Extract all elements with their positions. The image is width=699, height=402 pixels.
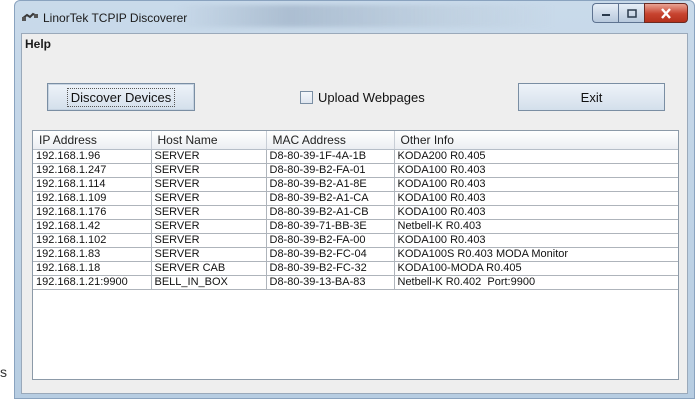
cell-other-info: Netbell-K R0.402 Port:9900 bbox=[394, 275, 678, 290]
cell-host-name: SERVER bbox=[151, 191, 267, 206]
cell-host-name: SERVER bbox=[151, 205, 267, 220]
column-header-host-name[interactable]: Host Name bbox=[151, 131, 267, 150]
upload-webpages-checkbox[interactable] bbox=[300, 91, 313, 104]
title-bar-glass bbox=[175, 5, 555, 27]
cell-mac-address: D8-80-39-B2-FA-01 bbox=[266, 163, 395, 178]
minimize-button[interactable] bbox=[592, 3, 618, 23]
cell-ip-address: 192.168.1.42 bbox=[33, 219, 152, 234]
cell-other-info: Netbell-K R0.403 bbox=[394, 219, 678, 234]
title-bar[interactable]: LinorTek TCPIP Discoverer bbox=[15, 1, 694, 33]
cell-ip-address: 192.168.1.176 bbox=[33, 205, 152, 220]
table-row[interactable]: 192.168.1.21:9900 BELL_IN_BOX D8-80-39-1… bbox=[33, 275, 678, 290]
table-row[interactable]: 192.168.1.109 SERVER D8-80-39-B2-A1-CA K… bbox=[33, 191, 678, 206]
cell-other-info: KODA100 R0.403 bbox=[394, 177, 678, 192]
close-button[interactable] bbox=[644, 3, 688, 23]
table-row[interactable]: 192.168.1.247 SERVER D8-80-39-B2-FA-01 K… bbox=[33, 163, 678, 178]
table-row[interactable]: 192.168.1.114 SERVER D8-80-39-B2-A1-8E K… bbox=[33, 177, 678, 192]
cell-other-info: KODA100 R0.403 bbox=[394, 191, 678, 206]
exit-button[interactable]: Exit bbox=[518, 83, 665, 111]
column-header-other-info[interactable]: Other Info bbox=[394, 131, 678, 150]
cell-ip-address: 192.168.1.114 bbox=[33, 177, 152, 192]
table-row[interactable]: 192.168.1.176 SERVER D8-80-39-B2-A1-CB K… bbox=[33, 205, 678, 220]
table-row[interactable]: 192.168.1.42 SERVER D8-80-39-71-BB-3E Ne… bbox=[33, 219, 678, 234]
cell-mac-address: D8-80-39-71-BB-3E bbox=[266, 219, 395, 234]
upload-webpages-option[interactable]: Upload Webpages bbox=[300, 90, 425, 105]
table-row[interactable]: 192.168.1.83 SERVER D8-80-39-B2-FC-04 KO… bbox=[33, 247, 678, 262]
menu-help[interactable]: Help bbox=[25, 37, 51, 51]
network-cable-icon bbox=[22, 12, 38, 21]
cell-other-info: KODA100 R0.403 bbox=[394, 163, 678, 178]
table-row[interactable]: 192.168.1.18 SERVER CAB D8-80-39-B2-FC-3… bbox=[33, 261, 678, 276]
minimize-icon bbox=[601, 14, 610, 16]
cell-host-name: SERVER bbox=[151, 247, 267, 262]
window-title: LinorTek TCPIP Discoverer bbox=[43, 11, 188, 25]
cell-ip-address: 192.168.1.96 bbox=[33, 149, 152, 164]
devices-table: IP Address Host Name MAC Address Other I… bbox=[32, 130, 679, 380]
column-header-mac-address[interactable]: MAC Address bbox=[266, 131, 395, 150]
maximize-button[interactable] bbox=[618, 3, 644, 23]
cell-other-info: KODA200 R0.405 bbox=[394, 149, 678, 164]
cell-host-name: SERVER bbox=[151, 177, 267, 192]
cell-host-name: SERVER CAB bbox=[151, 261, 267, 276]
cell-ip-address: 192.168.1.18 bbox=[33, 261, 152, 276]
table-row[interactable]: 192.168.1.96 SERVER D8-80-39-1F-4A-1B KO… bbox=[33, 149, 678, 164]
app-window: LinorTek TCPIP Discoverer Help Discover … bbox=[14, 0, 695, 399]
column-header-ip-address[interactable]: IP Address bbox=[33, 131, 152, 150]
background-text-fragment: s bbox=[0, 364, 7, 380]
cell-other-info: KODA100 R0.403 bbox=[394, 233, 678, 248]
table-header-row: IP Address Host Name MAC Address Other I… bbox=[33, 131, 678, 150]
cell-other-info: KODA100S R0.403 MODA Monitor bbox=[394, 247, 678, 262]
cell-ip-address: 192.168.1.21:9900 bbox=[33, 275, 152, 290]
window-controls bbox=[592, 3, 688, 23]
cell-ip-address: 192.168.1.83 bbox=[33, 247, 152, 262]
cell-mac-address: D8-80-39-B2-A1-CB bbox=[266, 205, 395, 220]
cell-ip-address: 192.168.1.247 bbox=[33, 163, 152, 178]
cell-host-name: BELL_IN_BOX bbox=[151, 275, 267, 290]
cell-mac-address: D8-80-39-B2-A1-CA bbox=[266, 191, 395, 206]
cell-ip-address: 192.168.1.109 bbox=[33, 191, 152, 206]
cell-mac-address: D8-80-39-B2-FC-04 bbox=[266, 247, 395, 262]
cell-host-name: SERVER bbox=[151, 219, 267, 234]
cell-host-name: SERVER bbox=[151, 233, 267, 248]
client-area: Help Discover Devices Upload Webpages Ex… bbox=[21, 33, 688, 394]
cell-mac-address: D8-80-39-B2-A1-8E bbox=[266, 177, 395, 192]
cell-mac-address: D8-80-39-B2-FC-32 bbox=[266, 261, 395, 276]
discover-devices-button[interactable]: Discover Devices bbox=[47, 83, 195, 111]
table-row[interactable]: 192.168.1.102 SERVER D8-80-39-B2-FA-00 K… bbox=[33, 233, 678, 248]
cell-other-info: KODA100-MODA R0.405 bbox=[394, 261, 678, 276]
upload-webpages-label: Upload Webpages bbox=[318, 90, 425, 105]
cell-other-info: KODA100 R0.403 bbox=[394, 205, 678, 220]
cell-ip-address: 192.168.1.102 bbox=[33, 233, 152, 248]
cell-host-name: SERVER bbox=[151, 149, 267, 164]
close-icon bbox=[661, 7, 671, 19]
menu-bar: Help bbox=[22, 34, 687, 54]
outer-gutter bbox=[0, 0, 14, 402]
cell-host-name: SERVER bbox=[151, 163, 267, 178]
cell-mac-address: D8-80-39-13-BA-83 bbox=[266, 275, 395, 290]
cell-mac-address: D8-80-39-1F-4A-1B bbox=[266, 149, 395, 164]
discover-devices-label: Discover Devices bbox=[66, 87, 176, 107]
maximize-icon bbox=[626, 8, 637, 18]
cell-mac-address: D8-80-39-B2-FA-00 bbox=[266, 233, 395, 248]
